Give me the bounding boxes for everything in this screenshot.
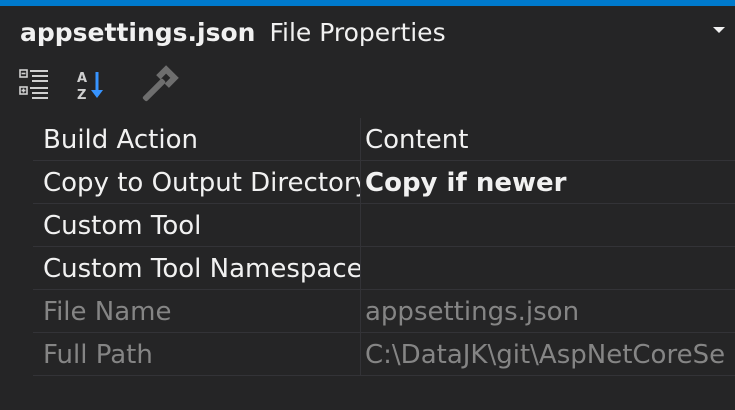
property-value[interactable]: Content [361,118,735,161]
property-name[interactable]: File Name [33,290,360,333]
wrench-icon [142,65,179,102]
property-grid: Build Action Content Copy to Output Dire… [0,118,735,376]
svg-text:A: A [77,71,87,86]
property-value[interactable]: Copy if newer [361,161,735,204]
property-name[interactable]: Build Action [33,118,360,161]
properties-toolbar: A Z [0,58,735,118]
property-row-custom-tool-namespace[interactable]: Custom Tool Namespace [0,247,735,290]
categorized-icon [19,69,48,99]
property-value[interactable] [361,204,735,247]
properties-window: appsettings.json File Properties A Z Bui… [0,0,735,410]
property-value[interactable]: C:\DataJK\git\AspNetCoreSe [361,333,735,376]
property-name[interactable]: Full Path [33,333,360,376]
row-margin [0,247,33,290]
svg-text:Z: Z [77,88,86,103]
properties-header[interactable]: appsettings.json File Properties [0,6,735,58]
property-pages-button[interactable] [136,62,182,108]
object-dropdown-icon[interactable] [713,27,725,33]
property-row-file-name[interactable]: File Name appsettings.json [0,290,735,333]
property-grid-empty-area [0,376,735,410]
property-row-custom-tool[interactable]: Custom Tool [0,204,735,247]
property-name[interactable]: Custom Tool Namespace [33,247,360,290]
property-name[interactable]: Custom Tool [33,204,360,247]
property-row-build-action[interactable]: Build Action Content [0,118,735,161]
selected-file-name: appsettings.json [20,17,256,47]
properties-title: File Properties [269,17,446,47]
row-margin [0,118,33,161]
row-margin [0,333,33,376]
property-value[interactable]: appsettings.json [361,290,735,333]
property-row-copy-to-output[interactable]: Copy to Output Directory Copy if newer [0,161,735,204]
alphabetical-button[interactable]: A Z [68,62,114,108]
alphabetical-icon: A Z [77,71,103,103]
row-margin [0,204,33,247]
row-margin [0,161,33,204]
categorized-button[interactable] [12,62,58,108]
property-value[interactable] [361,247,735,290]
row-margin [0,290,33,333]
property-row-full-path[interactable]: Full Path C:\DataJK\git\AspNetCoreSe [0,333,735,376]
property-name[interactable]: Copy to Output Directory [33,161,360,204]
